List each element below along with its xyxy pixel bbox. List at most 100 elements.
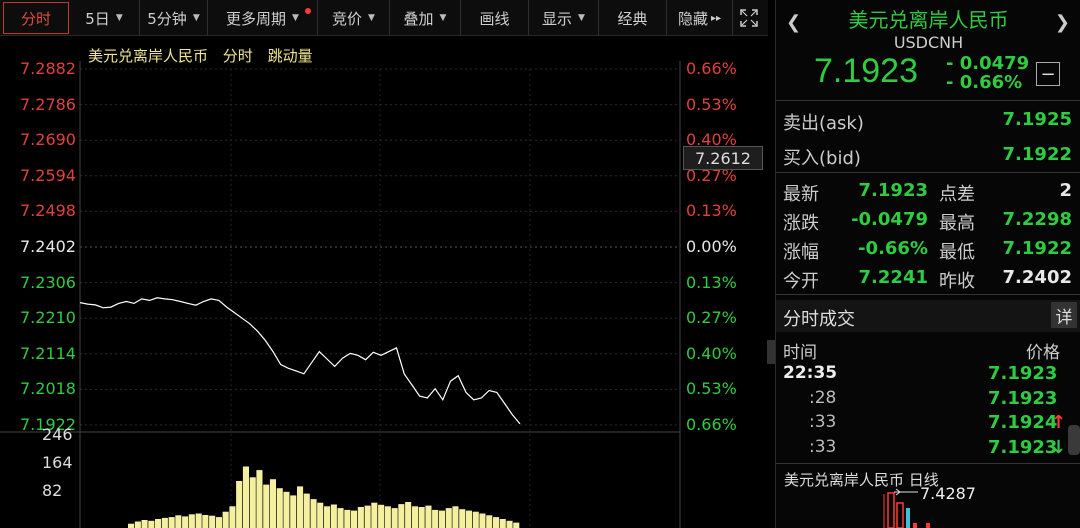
volume-bar — [195, 513, 202, 528]
instrument-name: 美元兑离岸人民币 — [848, 8, 1009, 32]
left-axis-label: 7.2690 — [20, 130, 76, 150]
arrow-down-icon: ↓ — [1051, 436, 1067, 458]
stat-value: 7.1923 — [858, 180, 928, 201]
tab-draw[interactable]: 画线 — [461, 0, 529, 36]
stat-value: -0.0479 — [851, 209, 928, 230]
price-line — [79, 297, 521, 425]
volume-bar — [418, 507, 425, 528]
caret-down-icon: ▼ — [578, 13, 585, 23]
tab-more-periods[interactable]: 更多周期 ▼ — [208, 0, 318, 36]
stat-value: 7.2402 — [1002, 267, 1072, 288]
volume-bar — [128, 523, 135, 528]
tab-5min[interactable]: 5分钟 ▼ — [140, 0, 208, 36]
volume-bar — [182, 516, 189, 528]
volume-bar — [499, 519, 506, 528]
stat-label: 今开 — [783, 271, 819, 292]
instrument-code: USDCNH — [893, 33, 964, 52]
volume-bar — [465, 510, 472, 528]
bid-value: 7.1922 — [1002, 144, 1072, 165]
last-price: 7.1923 — [814, 52, 918, 90]
volume-bar — [324, 506, 331, 528]
tab-hide[interactable]: 隐藏 ▸▸ — [667, 0, 733, 36]
volume-bar — [513, 522, 520, 528]
volume-bar — [175, 515, 182, 528]
volume-bar — [290, 495, 297, 528]
stat-value: 7.2241 — [858, 267, 928, 288]
volume-bar — [391, 508, 398, 528]
ticks-header: 分时成交 详 — [776, 300, 1080, 332]
tab-auction[interactable]: 竞价 ▼ — [318, 0, 390, 36]
tick-price: 7.1923 — [988, 436, 1058, 458]
right-axis-label: 0.13% — [686, 201, 737, 221]
volume-bar — [249, 477, 256, 528]
tab-5day[interactable]: 5日 ▼ — [69, 0, 140, 36]
caret-down-icon: ▼ — [439, 13, 447, 23]
volume-bar — [155, 519, 162, 528]
volume-bar — [242, 466, 249, 528]
tab-intraday[interactable]: 分时 — [3, 2, 69, 34]
volume-bar — [134, 521, 141, 528]
volume-bar — [236, 481, 243, 528]
volume-bar — [445, 508, 452, 528]
price-change: - 0.0479 — [946, 53, 1030, 74]
left-axis-label: 7.2114 — [20, 343, 76, 363]
chart-canvas — [0, 61, 681, 528]
volume-bar — [398, 504, 405, 528]
stat-label: 涨跌 — [783, 213, 819, 234]
volume-bar — [351, 510, 358, 528]
left-axis-label: 7.2306 — [20, 272, 76, 292]
right-axis-label: 0.27% — [686, 308, 737, 328]
volume-bar — [209, 515, 216, 528]
ask-value: 7.1925 — [1002, 109, 1072, 130]
left-axis-label: 7.2594 — [20, 165, 76, 185]
right-axis-label: 0.53% — [686, 94, 737, 114]
mini-chart-high: 7.4287 — [920, 484, 976, 503]
volume-bar — [493, 517, 500, 528]
quote-panel: ❮ ❯ 美元兑离岸人民币 USDCNH 7.1923 - 0.0479 - 0.… — [767, 0, 1080, 528]
volume-bar — [229, 506, 236, 528]
volume-bar — [425, 505, 432, 528]
volume-bar — [405, 502, 412, 528]
volume-bar — [222, 511, 229, 528]
tick-price: 7.1923 — [988, 387, 1058, 409]
stat-value: 2 — [1059, 180, 1072, 201]
stat-value: 7.2298 — [1002, 209, 1072, 230]
double-arrow-icon: ▸▸ — [710, 12, 722, 24]
tab-overlay[interactable]: 叠加 ▼ — [390, 0, 461, 36]
volume-bar — [263, 484, 270, 528]
volume-bar — [297, 486, 304, 528]
left-axis-label: 7.2210 — [20, 308, 76, 328]
expand-icon — [740, 9, 758, 27]
arrow-up-icon: ↑ — [1051, 412, 1067, 433]
volume-bar — [459, 509, 466, 528]
volume-bar — [148, 520, 155, 528]
scrollbar[interactable] — [1068, 425, 1080, 455]
tick-time: 22:35 — [783, 363, 838, 383]
right-axis-label: 0.53% — [686, 379, 737, 399]
tab-display[interactable]: 显示 ▼ — [529, 0, 599, 36]
volume-bar — [303, 493, 310, 528]
volume-bar — [215, 517, 222, 528]
intraday-chart[interactable]: 美元兑离岸人民币 分时 跳动量 7.2882 7.2786 7.2690 7.2594… — [0, 36, 768, 528]
volume-bar — [472, 511, 479, 528]
collapse-button[interactable]: − — [1036, 62, 1060, 86]
tick-time: :33 — [809, 412, 837, 432]
collapse-handle[interactable] — [767, 340, 775, 364]
stat-label: 昨收 — [939, 271, 975, 292]
left-axis-label: 7.2402 — [20, 237, 76, 256]
left-axis-label: 7.2882 — [20, 59, 76, 78]
volume-bar — [357, 507, 364, 528]
fullscreen-button[interactable] — [733, 0, 765, 36]
time-column-header: 时间 — [783, 343, 817, 363]
detail-button[interactable]: 详 — [1051, 302, 1077, 328]
tab-classic[interactable]: 经典 — [599, 0, 667, 36]
ask-label: 卖出(ask) — [783, 113, 864, 134]
stat-label: 最低 — [939, 242, 975, 263]
stat-label: 点差 — [939, 184, 975, 205]
volume-bar — [330, 504, 337, 528]
stat-label: 涨幅 — [783, 242, 819, 263]
ticks-title: 分时成交 — [783, 309, 855, 330]
price-column-header: 价格 — [1026, 343, 1060, 363]
volume-bar — [202, 515, 209, 528]
volume-bar — [276, 488, 283, 528]
